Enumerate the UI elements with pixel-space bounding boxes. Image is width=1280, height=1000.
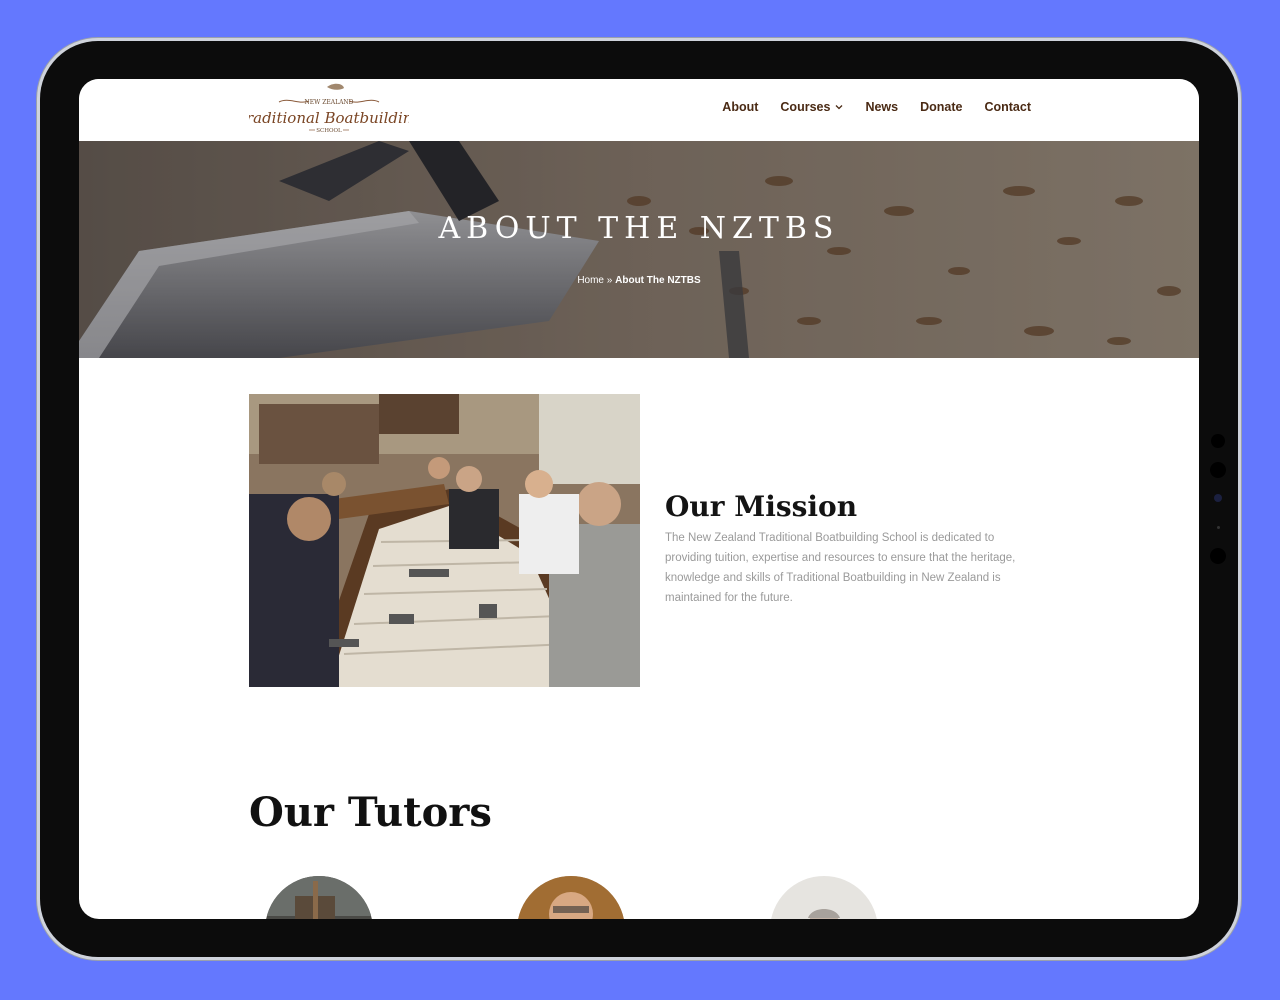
nav-about[interactable]: About: [722, 100, 758, 114]
logo-bottom-text: SCHOOL: [316, 128, 342, 134]
camera-dot: [1211, 434, 1225, 448]
site-header: NEW ZEALAND Traditional Boatbuilding SCH…: [79, 79, 1199, 141]
nav-contact[interactable]: Contact: [984, 100, 1031, 114]
tutor-avatar[interactable]: [517, 876, 625, 919]
mission-heading: Our Mission: [665, 490, 858, 524]
mission-text: The New Zealand Traditional Boatbuilding…: [665, 531, 1016, 605]
nav-news-label: News: [865, 100, 899, 114]
page-title: About The NZTBS: [438, 211, 840, 246]
nav-courses-label: Courses: [780, 100, 831, 114]
site-logo[interactable]: NEW ZEALAND Traditional Boatbuilding SCH…: [249, 81, 409, 137]
tutors-heading: Our Tutors: [249, 789, 492, 837]
chevron-down-icon: [835, 105, 843, 110]
hero-banner: About The NZTBS Home » About The NZTBS: [79, 141, 1199, 358]
breadcrumb: Home » About The NZTBS: [79, 275, 1199, 286]
tutor-avatar[interactable]: [770, 876, 878, 919]
nav-news[interactable]: News: [865, 100, 898, 114]
nav-courses[interactable]: Courses: [780, 100, 843, 114]
main-nav: About Courses News Donate Contact: [722, 100, 1031, 114]
nav-donate-label: Donate: [920, 100, 963, 114]
nav-donate[interactable]: Donate: [920, 100, 962, 114]
screen: NEW ZEALAND Traditional Boatbuilding SCH…: [79, 79, 1199, 919]
logo-top-text: NEW ZEALAND: [305, 99, 354, 106]
camera-lens: [1214, 494, 1222, 502]
tutor-avatar[interactable]: [265, 876, 373, 919]
camera-dot: [1210, 462, 1226, 478]
breadcrumb-current: About The NZTBS: [615, 275, 701, 286]
hand-plane-background-image: [79, 141, 1199, 358]
nav-contact-label: Contact: [984, 100, 1031, 114]
mission-workshop-photo: [249, 394, 640, 687]
camera-dot: [1210, 548, 1226, 564]
breadcrumb-home-link[interactable]: Home: [577, 275, 604, 286]
nav-about-label: About: [722, 100, 759, 114]
breadcrumb-separator: »: [606, 275, 613, 286]
sensor-dot: [1217, 526, 1220, 529]
logo-main-text: Traditional Boatbuilding: [249, 109, 409, 127]
